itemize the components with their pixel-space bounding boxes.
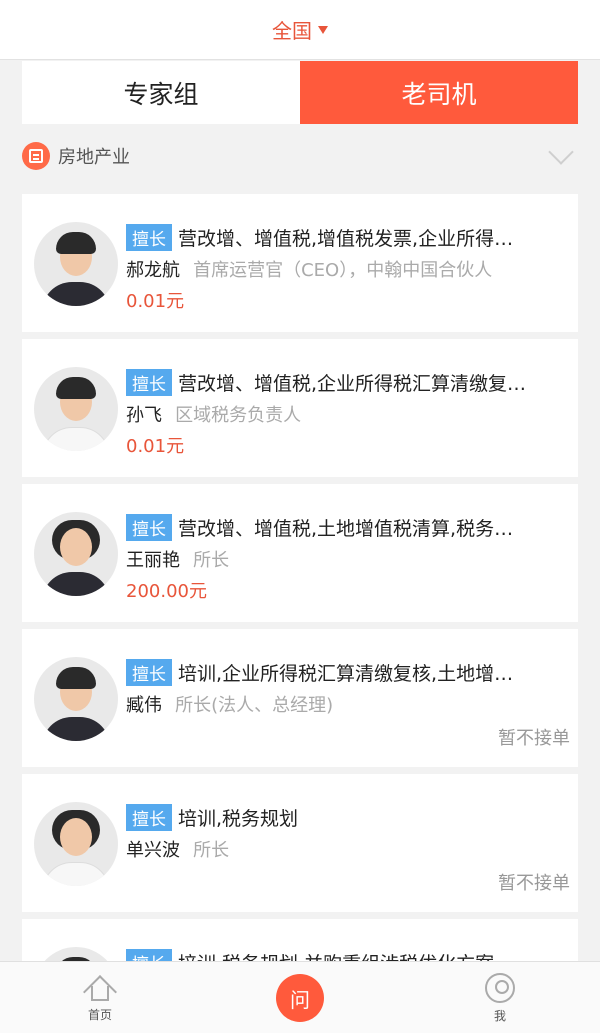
expertise-badge: 擅长 [126,659,172,686]
tab-home[interactable]: 首页 [50,962,150,1033]
top-bar: 全国 [0,0,600,60]
expert-price: 0.01元 [126,436,185,457]
expertise-badge: 擅长 [126,224,172,251]
tab-veteran[interactable]: 老司机 [300,61,578,124]
expert-price: 0.01元 [126,291,185,312]
expert-card[interactable]: 擅长 营改增、增值税,增值税发票,企业所得… 郝龙航 首席运营官（CEO），中翰… [22,194,578,332]
industry-filter[interactable]: 房地产业 [22,130,578,182]
expert-card[interactable]: 擅长 营改增、增值税,企业所得税汇算清缴复… 孙飞 区域税务负责人 0.01元 [22,339,578,477]
industry-filter-left: 房地产业 [22,142,130,170]
expert-card[interactable]: 擅长 培训,税务规划 单兴波 所长 暂不接单 [22,774,578,912]
avatar [34,802,118,886]
tab-me[interactable]: 我 [450,962,550,1033]
industry-label: 房地产业 [58,147,130,168]
name-line: 王丽艳 所长 [126,546,568,572]
tab-me-label: 我 [493,1008,506,1023]
ask-button[interactable]: 问 [276,974,324,1022]
skills-line: 擅长 营改增、增值税,土地增值税清算,税务… [126,514,568,541]
region-selector[interactable]: 全国 [272,15,328,44]
tab-expert-group[interactable]: 专家组 [22,61,300,124]
expert-skills: 营改增、增值税,增值税发票,企业所得… [178,228,514,250]
skills-line: 擅长 培训,企业所得税汇算清缴复核,土地增… [126,659,568,686]
name-line: 郝龙航 首席运营官（CEO），中翰中国合伙人 [126,256,568,282]
skills-line: 擅长 营改增、增值税,增值税发票,企业所得… [126,224,568,251]
skills-line: 擅长 营改增、增值税,企业所得税汇算清缴复… [126,369,568,396]
name-line: 臧伟 所长(法人、总经理) [126,691,568,717]
expert-skills: 营改增、增值税,土地增值税清算,税务… [178,518,514,540]
expert-name: 孙飞 [126,405,162,426]
bottom-tab-bar: 首页 问 我 [0,961,600,1033]
expert-list: 擅长 营改增、增值税,增值税发票,企业所得… 郝龙航 首席运营官（CEO），中翰… [22,194,578,1033]
expertise-badge: 擅长 [126,514,172,541]
avatar [34,512,118,596]
expert-title: 首席运营官（CEO），中翰中国合伙人 [193,260,493,281]
name-line: 孙飞 区域税务负责人 [126,401,568,427]
chevron-down-icon[interactable] [548,139,574,165]
expert-title: 所长 [193,550,230,571]
order-status: 暂不接单 [498,728,570,749]
home-icon [83,974,117,1009]
expert-name: 王丽艳 [126,550,180,571]
expert-skills: 培训,税务规划 [178,808,299,830]
caret-down-icon [318,25,328,34]
avatar [34,222,118,306]
avatar [34,657,118,741]
expert-name: 郝龙航 [126,260,180,281]
expert-name: 臧伟 [126,695,162,716]
expert-card[interactable]: 擅长 营改增、增值税,土地增值税清算,税务… 王丽艳 所长 200.00元 [22,484,578,622]
order-status: 暂不接单 [498,873,570,894]
user-icon [485,972,515,1003]
expert-skills: 培训,企业所得税汇算清缴复核,土地增… [178,663,514,685]
expert-title: 区域税务负责人 [175,405,302,426]
expertise-badge: 擅长 [126,369,172,396]
skills-line: 擅长 培训,税务规划 [126,804,568,831]
expertise-badge: 擅长 [126,804,172,831]
tab-bar: 专家组 老司机 [22,61,578,124]
expert-title: 所长(法人、总经理) [175,695,334,716]
building-icon [22,142,50,170]
expert-skills: 营改增、增值税,企业所得税汇算清缴复… [178,373,527,395]
region-label: 全国 [272,19,312,43]
expert-name: 单兴波 [126,840,180,861]
expert-title: 所长 [193,840,230,861]
expert-price: 200.00元 [126,581,207,602]
avatar [34,367,118,451]
expert-card[interactable]: 擅长 培训,企业所得税汇算清缴复核,土地增… 臧伟 所长(法人、总经理) 暂不接… [22,629,578,767]
name-line: 单兴波 所长 [126,836,568,862]
